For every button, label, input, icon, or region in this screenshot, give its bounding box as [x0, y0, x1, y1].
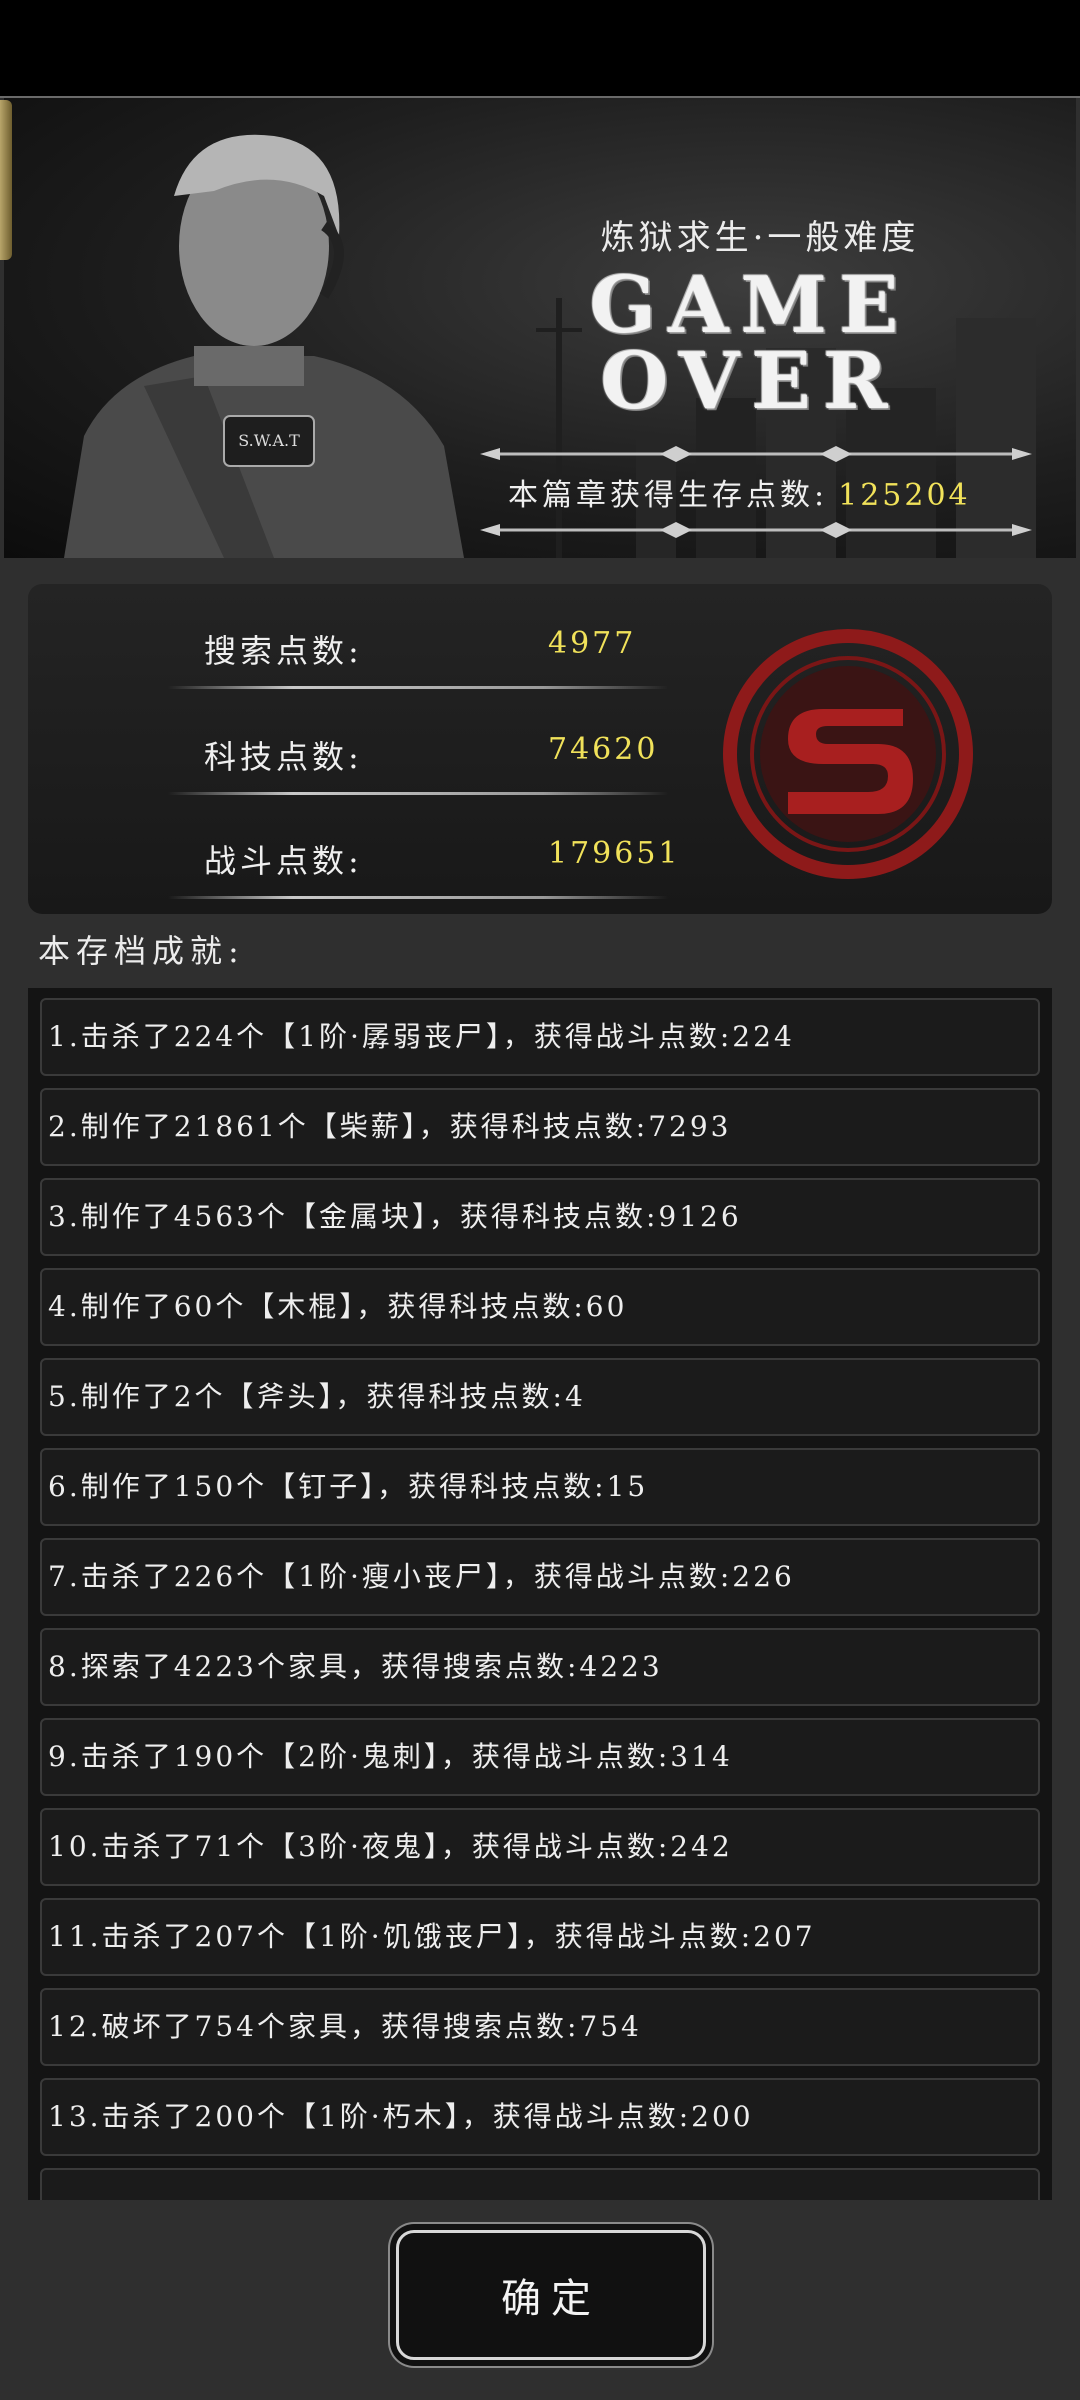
search-points-value: 4977	[548, 626, 637, 661]
swat-soldier-portrait	[64, 134, 464, 558]
list-item: 8.探索了4223个家具，获得搜索点数:4223	[40, 1628, 1040, 1706]
ornament-divider-top	[480, 446, 1032, 462]
list-item: 11.击杀了207个【1阶·饥饿丧尸】，获得战斗点数:207	[40, 1898, 1040, 1976]
tech-points-value: 74620	[548, 732, 659, 767]
list-item: 4.制作了60个【木棍】，获得科技点数:60	[40, 1268, 1040, 1346]
swat-badge: S.W.A.T	[238, 431, 300, 450]
survival-points-value: 125204	[838, 478, 971, 513]
list-item: 13.击杀了200个【1阶·朽木】，获得战斗点数:200	[40, 2078, 1040, 2156]
divider	[168, 896, 668, 899]
list-item: 10.击杀了71个【3阶·夜鬼】，获得战斗点数:242	[40, 1808, 1040, 1886]
list-item: 12.破坏了754个家具，获得搜索点数:754	[40, 1988, 1040, 2066]
list-item: 6.制作了150个【钉子】，获得科技点数:15	[40, 1448, 1040, 1526]
ornament-divider-bottom	[480, 522, 1032, 538]
confirm-button[interactable]: 确定	[396, 2230, 706, 2360]
survival-points-label: 本篇章获得生存点数:	[508, 478, 829, 513]
divider	[168, 686, 668, 689]
tech-points-row: 科技点数: 74620	[128, 724, 668, 795]
tech-points-label: 科技点数:	[204, 738, 363, 776]
list-item: 7.击杀了226个【1阶·瘦小丧尸】，获得战斗点数:226	[40, 1538, 1040, 1616]
list-item-partial	[40, 2168, 1040, 2200]
divider	[168, 792, 668, 795]
game-over-line1: GAME	[589, 260, 911, 351]
achievements-list[interactable]: 1.击杀了224个【1阶·孱弱丧尸】，获得战斗点数:224 2.制作了21861…	[28, 988, 1052, 2200]
list-item: 5.制作了2个【斧头】，获得科技点数:4	[40, 1358, 1040, 1436]
points-summary-panel: 搜索点数: 4977 科技点数: 74620 战斗点数: 179651	[28, 584, 1052, 914]
list-item: 1.击杀了224个【1阶·孱弱丧尸】，获得战斗点数:224	[40, 998, 1040, 1076]
combat-points-row: 战斗点数: 179651	[128, 828, 678, 899]
game-over-line2: OVER	[600, 336, 900, 427]
difficulty-label: 炼狱求生·一般难度	[600, 218, 920, 258]
search-points-label: 搜索点数:	[204, 632, 363, 670]
list-item: 9.击杀了190个【2阶·鬼刺】，获得战斗点数:314	[40, 1718, 1040, 1796]
side-tab[interactable]	[0, 100, 12, 260]
combat-points-label: 战斗点数:	[204, 842, 363, 880]
survival-points-line: 本篇章获得生存点数: 125204	[508, 470, 1028, 514]
list-item: 2.制作了21861个【柴薪】，获得科技点数:7293	[40, 1088, 1040, 1166]
game-over-title: GAME OVER	[570, 260, 930, 427]
list-item: 3.制作了4563个【金属块】，获得科技点数:9126	[40, 1178, 1040, 1256]
search-points-row: 搜索点数: 4977	[128, 618, 668, 689]
combat-points-value: 179651	[548, 836, 681, 871]
rank-s-seal-icon	[723, 629, 973, 879]
achievements-heading: 本存档成就:	[38, 932, 245, 970]
